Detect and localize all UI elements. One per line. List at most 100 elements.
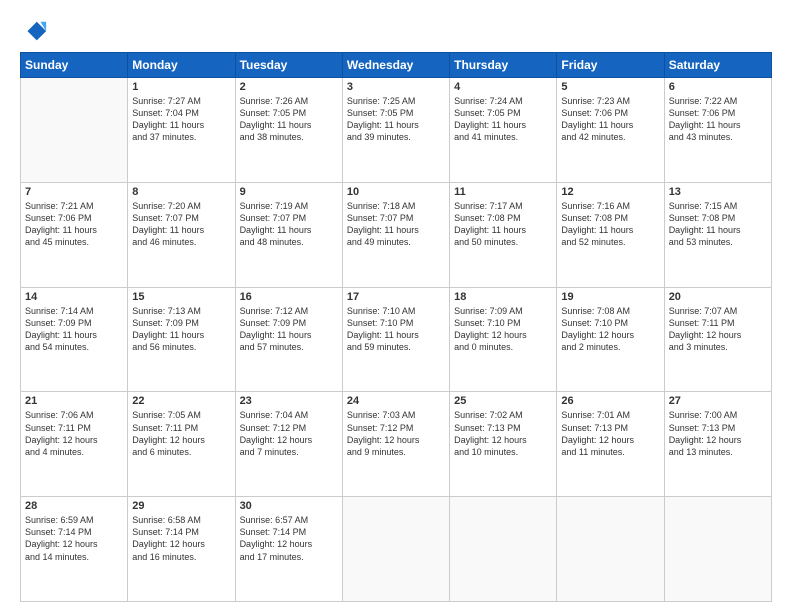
cell-content: Sunrise: 7:10 AM Sunset: 7:10 PM Dayligh…	[347, 305, 445, 354]
calendar-cell: 16 Sunrise: 7:12 AM Sunset: 7:09 PM Dayli…	[235, 287, 342, 392]
cell-content: Sunrise: 7:17 AM Sunset: 7:08 PM Dayligh…	[454, 200, 552, 249]
day-number: 20	[669, 291, 767, 303]
logo	[20, 18, 52, 46]
calendar-cell: 14 Sunrise: 7:14 AM Sunset: 7:09 PM Dayli…	[21, 287, 128, 392]
logo-icon	[20, 18, 48, 46]
cell-content: Sunrise: 7:09 AM Sunset: 7:10 PM Dayligh…	[454, 305, 552, 354]
day-number: 10	[347, 186, 445, 198]
calendar-cell: 9 Sunrise: 7:19 AM Sunset: 7:07 PM Daylig…	[235, 182, 342, 287]
calendar-cell: 15Sunrise: 7:13 AM Sunset: 7:09 PM Dayli…	[128, 287, 235, 392]
cell-content: Sunrise: 6:59 AM Sunset: 7:14 PM Dayligh…	[25, 514, 123, 563]
day-number: 23	[240, 395, 338, 407]
calendar-table: SundayMondayTuesdayWednesdayThursdayFrid…	[20, 52, 772, 602]
calendar-cell: 7 Sunrise: 7:21 AM Sunset: 7:06 PM Daylig…	[21, 182, 128, 287]
calendar-cell: 12Sunrise: 7:16 AM Sunset: 7:08 PM Dayli…	[557, 182, 664, 287]
day-number: 2	[240, 81, 338, 93]
day-number: 1	[132, 81, 230, 93]
calendar-cell: 10 Sunrise: 7:18 AM Sunset: 7:07 PM Dayli…	[342, 182, 449, 287]
calendar-cell	[664, 497, 771, 602]
calendar-cell: 5 Sunrise: 7:23 AM Sunset: 7:06 PM Daylig…	[557, 78, 664, 183]
day-number: 8	[132, 186, 230, 198]
calendar-cell: 3 Sunrise: 7:25 AM Sunset: 7:05 PM Daylig…	[342, 78, 449, 183]
cell-content: Sunrise: 7:20 AM Sunset: 7:07 PM Dayligh…	[132, 200, 230, 249]
calendar-header-row: SundayMondayTuesdayWednesdayThursdayFrid…	[21, 53, 772, 78]
header-friday: Friday	[557, 53, 664, 78]
calendar-cell: 8 Sunrise: 7:20 AM Sunset: 7:07 PM Daylig…	[128, 182, 235, 287]
week-row-2: 7 Sunrise: 7:21 AM Sunset: 7:06 PM Daylig…	[21, 182, 772, 287]
cell-content: Sunrise: 7:25 AM Sunset: 7:05 PM Dayligh…	[347, 95, 445, 144]
cell-content: Sunrise: 7:14 AM Sunset: 7:09 PM Dayligh…	[25, 305, 123, 354]
calendar-cell: 6 Sunrise: 7:22 AM Sunset: 7:06 PM Daylig…	[664, 78, 771, 183]
calendar-cell: 30 Sunrise: 6:57 AM Sunset: 7:14 PM Dayli…	[235, 497, 342, 602]
calendar-cell: 17 Sunrise: 7:10 AM Sunset: 7:10 PM Dayli…	[342, 287, 449, 392]
cell-content: Sunrise: 7:18 AM Sunset: 7:07 PM Dayligh…	[347, 200, 445, 249]
day-number: 7	[25, 186, 123, 198]
day-number: 27	[669, 395, 767, 407]
day-number: 24	[347, 395, 445, 407]
cell-content: Sunrise: 7:00 AM Sunset: 7:13 PM Dayligh…	[669, 409, 767, 458]
cell-content: Sunrise: 7:02 AM Sunset: 7:13 PM Dayligh…	[454, 409, 552, 458]
cell-content: Sunrise: 7:08 AM Sunset: 7:10 PM Dayligh…	[561, 305, 659, 354]
header-wednesday: Wednesday	[342, 53, 449, 78]
cell-content: Sunrise: 7:19 AM Sunset: 7:07 PM Dayligh…	[240, 200, 338, 249]
calendar-cell: 28Sunrise: 6:59 AM Sunset: 7:14 PM Dayli…	[21, 497, 128, 602]
day-number: 14	[25, 291, 123, 303]
week-row-4: 21Sunrise: 7:06 AM Sunset: 7:11 PM Dayli…	[21, 392, 772, 497]
header-sunday: Sunday	[21, 53, 128, 78]
header	[20, 18, 772, 46]
cell-content: Sunrise: 7:27 AM Sunset: 7:04 PM Dayligh…	[132, 95, 230, 144]
cell-content: Sunrise: 7:24 AM Sunset: 7:05 PM Dayligh…	[454, 95, 552, 144]
page: SundayMondayTuesdayWednesdayThursdayFrid…	[0, 0, 792, 612]
cell-content: Sunrise: 7:22 AM Sunset: 7:06 PM Dayligh…	[669, 95, 767, 144]
calendar-cell	[450, 497, 557, 602]
day-number: 18	[454, 291, 552, 303]
day-number: 17	[347, 291, 445, 303]
cell-content: Sunrise: 7:07 AM Sunset: 7:11 PM Dayligh…	[669, 305, 767, 354]
calendar-cell	[342, 497, 449, 602]
calendar-cell: 11Sunrise: 7:17 AM Sunset: 7:08 PM Dayli…	[450, 182, 557, 287]
cell-content: Sunrise: 6:57 AM Sunset: 7:14 PM Dayligh…	[240, 514, 338, 563]
day-number: 5	[561, 81, 659, 93]
header-tuesday: Tuesday	[235, 53, 342, 78]
cell-content: Sunrise: 7:03 AM Sunset: 7:12 PM Dayligh…	[347, 409, 445, 458]
day-number: 15	[132, 291, 230, 303]
cell-content: Sunrise: 7:12 AM Sunset: 7:09 PM Dayligh…	[240, 305, 338, 354]
calendar-cell: 27 Sunrise: 7:00 AM Sunset: 7:13 PM Dayli…	[664, 392, 771, 497]
day-number: 3	[347, 81, 445, 93]
day-number: 22	[132, 395, 230, 407]
day-number: 25	[454, 395, 552, 407]
day-number: 6	[669, 81, 767, 93]
day-number: 16	[240, 291, 338, 303]
calendar-cell: 13 Sunrise: 7:15 AM Sunset: 7:08 PM Dayli…	[664, 182, 771, 287]
cell-content: Sunrise: 7:15 AM Sunset: 7:08 PM Dayligh…	[669, 200, 767, 249]
cell-content: Sunrise: 6:58 AM Sunset: 7:14 PM Dayligh…	[132, 514, 230, 563]
calendar-cell: 22 Sunrise: 7:05 AM Sunset: 7:11 PM Dayli…	[128, 392, 235, 497]
calendar-cell: 19 Sunrise: 7:08 AM Sunset: 7:10 PM Dayli…	[557, 287, 664, 392]
header-thursday: Thursday	[450, 53, 557, 78]
day-number: 12	[561, 186, 659, 198]
day-number: 4	[454, 81, 552, 93]
day-number: 19	[561, 291, 659, 303]
day-number: 29	[132, 500, 230, 512]
calendar-cell: 20 Sunrise: 7:07 AM Sunset: 7:11 PM Dayli…	[664, 287, 771, 392]
day-number: 9	[240, 186, 338, 198]
calendar-cell: 2Sunrise: 7:26 AM Sunset: 7:05 PM Daylig…	[235, 78, 342, 183]
cell-content: Sunrise: 7:23 AM Sunset: 7:06 PM Dayligh…	[561, 95, 659, 144]
cell-content: Sunrise: 7:21 AM Sunset: 7:06 PM Dayligh…	[25, 200, 123, 249]
day-number: 13	[669, 186, 767, 198]
calendar-cell	[21, 78, 128, 183]
week-row-5: 28Sunrise: 6:59 AM Sunset: 7:14 PM Dayli…	[21, 497, 772, 602]
header-saturday: Saturday	[664, 53, 771, 78]
calendar-cell: 29 Sunrise: 6:58 AM Sunset: 7:14 PM Dayli…	[128, 497, 235, 602]
calendar-cell: 1 Sunrise: 7:27 AM Sunset: 7:04 PM Daylig…	[128, 78, 235, 183]
calendar-cell: 25 Sunrise: 7:02 AM Sunset: 7:13 PM Dayli…	[450, 392, 557, 497]
header-monday: Monday	[128, 53, 235, 78]
week-row-1: 1 Sunrise: 7:27 AM Sunset: 7:04 PM Daylig…	[21, 78, 772, 183]
day-number: 30	[240, 500, 338, 512]
week-row-3: 14 Sunrise: 7:14 AM Sunset: 7:09 PM Dayli…	[21, 287, 772, 392]
day-number: 26	[561, 395, 659, 407]
calendar-cell: 23Sunrise: 7:04 AM Sunset: 7:12 PM Dayli…	[235, 392, 342, 497]
calendar-cell	[557, 497, 664, 602]
cell-content: Sunrise: 7:05 AM Sunset: 7:11 PM Dayligh…	[132, 409, 230, 458]
calendar-cell: 4 Sunrise: 7:24 AM Sunset: 7:05 PM Daylig…	[450, 78, 557, 183]
